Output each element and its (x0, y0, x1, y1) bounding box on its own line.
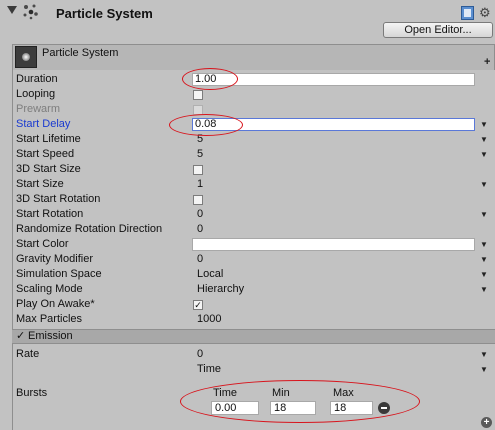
rate-unit-dropdown[interactable]: Time (192, 363, 475, 376)
max-particles-label: Max Particles (16, 313, 83, 325)
gear-icon[interactable]: ⚙ (479, 6, 491, 19)
start-delay-dropdown-icon[interactable]: ▼ (480, 118, 488, 131)
prewarm-label: Prewarm (16, 103, 61, 115)
emission-enabled-checkbox[interactable]: ✓ (16, 330, 25, 343)
3d-start-size-checkbox[interactable] (193, 165, 203, 175)
3d-start-size-label: 3D Start Size (16, 163, 81, 175)
start-size-label: Start Size (16, 178, 64, 190)
burst-min-field[interactable]: 18 (270, 401, 316, 415)
looping-checkbox[interactable] (193, 90, 203, 100)
emission-module-header[interactable] (12, 329, 495, 344)
burst-time-field[interactable]: 0.00 (211, 401, 259, 415)
duration-field[interactable]: 1.00 (192, 73, 475, 86)
start-rotation-label: Start Rotation (16, 208, 84, 220)
gravity-modifier-field[interactable]: 0 (192, 253, 475, 266)
start-lifetime-label: Start Lifetime (16, 133, 81, 145)
bursts-header-time: Time (213, 387, 238, 399)
rate-label: Rate (16, 348, 40, 360)
start-lifetime-dropdown-icon[interactable]: ▼ (480, 133, 488, 146)
open-editor-button[interactable]: Open Editor... (383, 22, 493, 38)
module-title: Particle System (42, 47, 119, 59)
emission-title: Emission (28, 330, 73, 342)
burst-max-field[interactable]: 18 (330, 401, 373, 415)
gravity-modifier-label: Gravity Modifier (16, 253, 94, 265)
3d-start-rotation-checkbox[interactable] (193, 195, 203, 205)
play-on-awake-label: Play On Awake* (16, 298, 95, 310)
remove-burst-icon[interactable] (378, 402, 390, 414)
start-delay-label: Start Delay (16, 118, 71, 130)
scaling-mode-label: Scaling Mode (16, 283, 83, 295)
start-rotation-field[interactable]: 0 (192, 208, 475, 221)
prewarm-checkbox (193, 105, 203, 115)
start-color-swatch[interactable] (192, 238, 475, 251)
3d-start-rotation-label: 3D Start Rotation (16, 193, 101, 205)
help-book-icon[interactable] (461, 6, 474, 20)
collapse-arrow-icon[interactable] (7, 6, 17, 14)
start-speed-field[interactable]: 5 (192, 148, 475, 161)
bursts-label: Bursts (16, 387, 48, 399)
particle-thumbnail-icon (15, 46, 37, 68)
start-color-label: Start Color (16, 238, 69, 250)
max-particles-field[interactable]: 1000 (192, 313, 475, 326)
scaling-mode-dropdown-icon[interactable]: ▼ (480, 283, 488, 296)
start-speed-label: Start Speed (16, 148, 75, 160)
component-title: Particle System (56, 6, 153, 21)
particle-system-icon (23, 4, 38, 20)
simulation-space-dropdown[interactable]: Local (192, 268, 475, 281)
randomize-rotation-label: Randomize Rotation Direction (16, 223, 163, 235)
scaling-mode-dropdown[interactable]: Hierarchy (192, 283, 475, 296)
rate-dropdown-icon[interactable]: ▼ (480, 348, 488, 361)
gravity-modifier-dropdown-icon[interactable]: ▼ (480, 253, 488, 266)
looping-label: Looping (16, 88, 56, 100)
add-burst-icon[interactable]: + (481, 417, 492, 428)
bursts-header-max: Max (333, 387, 354, 399)
start-size-field[interactable]: 1 (192, 178, 475, 191)
simulation-space-label: Simulation Space (16, 268, 102, 280)
start-size-dropdown-icon[interactable]: ▼ (480, 178, 488, 191)
duration-label: Duration (16, 73, 58, 85)
rate-field[interactable]: 0 (192, 348, 475, 361)
add-module-icon[interactable]: + (484, 56, 490, 68)
play-on-awake-checkbox[interactable]: ✓ (193, 300, 203, 310)
rate-unit-dropdown-icon[interactable]: ▼ (480, 363, 488, 376)
start-delay-field[interactable]: 0.08 (192, 118, 475, 131)
randomize-rotation-field[interactable]: 0 (192, 223, 475, 236)
start-rotation-dropdown-icon[interactable]: ▼ (480, 208, 488, 221)
start-lifetime-field[interactable]: 5 (192, 133, 475, 146)
start-speed-dropdown-icon[interactable]: ▼ (480, 148, 488, 161)
simulation-space-dropdown-icon[interactable]: ▼ (480, 268, 488, 281)
start-color-dropdown-icon[interactable]: ▼ (480, 238, 488, 251)
bursts-header-min: Min (272, 387, 290, 399)
